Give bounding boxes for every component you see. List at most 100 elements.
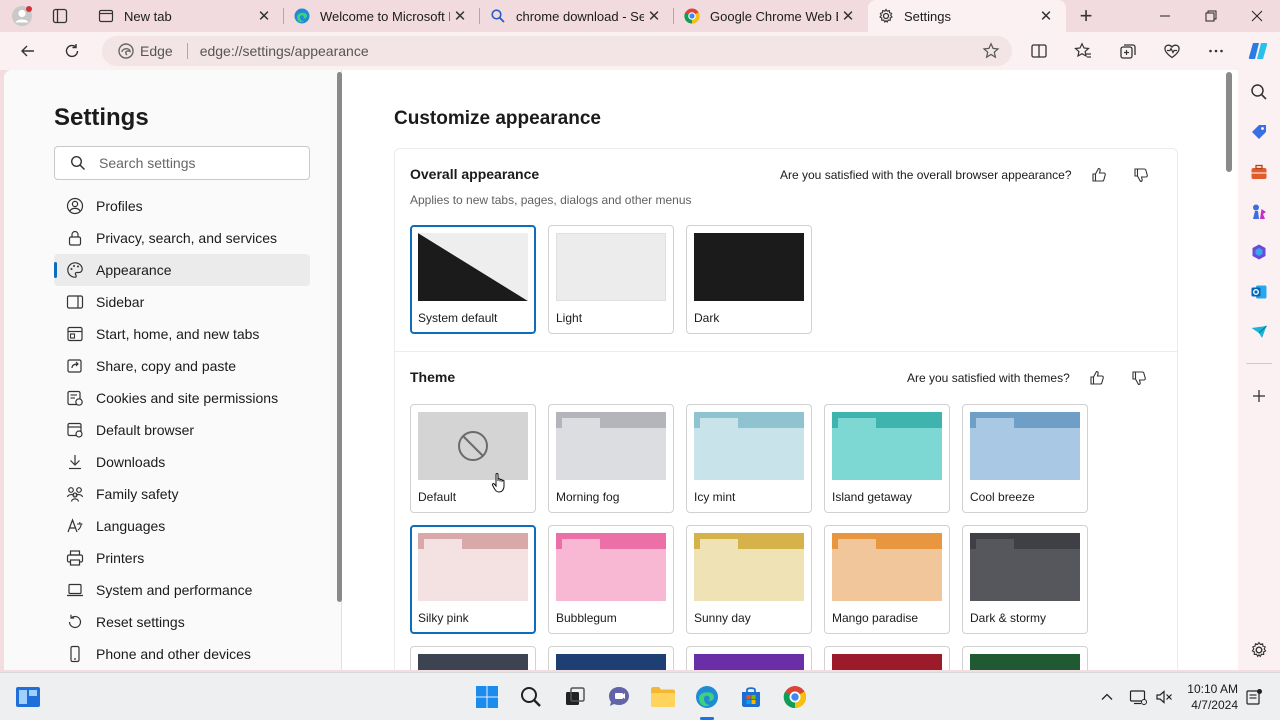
nav-item-phone[interactable]: Phone and other devices: [54, 638, 310, 670]
tab-actions-icon: [52, 8, 68, 24]
sidebar-games-button[interactable]: [1247, 200, 1271, 224]
favorites-button[interactable]: [1068, 37, 1098, 65]
restore-icon: [1205, 10, 1217, 22]
widgets-button[interactable]: [14, 683, 42, 711]
more-menu-button[interactable]: [1201, 37, 1231, 65]
favorite-star-button[interactable]: [976, 42, 1006, 60]
minimize-button[interactable]: [1142, 0, 1188, 32]
main-scrollbar[interactable]: [1226, 72, 1232, 172]
taskbar-edge-button[interactable]: [693, 683, 721, 711]
theme-option-island-getaway[interactable]: Island getaway: [824, 404, 950, 513]
theme-option-bubblegum[interactable]: Bubblegum: [548, 525, 674, 634]
appearance-option-light[interactable]: Light: [548, 225, 674, 334]
sidebar-settings-button[interactable]: [1247, 638, 1271, 662]
sidebar-add-button[interactable]: [1247, 384, 1271, 408]
sidebar-microsoft365-button[interactable]: [1247, 240, 1271, 264]
tab-chrome-download[interactable]: chrome download - Sea ✕: [480, 0, 674, 32]
theme-option-silky-pink[interactable]: Silky pink: [410, 525, 536, 634]
nav-item-profiles[interactable]: Profiles: [54, 190, 310, 222]
theme-option-sunny-day[interactable]: Sunny day: [686, 525, 812, 634]
url-text[interactable]: edge://settings/appearance: [200, 43, 976, 59]
tab-actions-button[interactable]: [46, 5, 74, 27]
close-tab-icon[interactable]: ✕: [838, 6, 858, 26]
theme-option-mango-paradise[interactable]: Mango paradise: [824, 525, 950, 634]
browser-essentials-button[interactable]: [1157, 37, 1187, 65]
nav-item-printers[interactable]: Printers: [54, 542, 310, 574]
theme-option-morning-fog[interactable]: Morning fog: [548, 404, 674, 513]
reset-icon: [66, 613, 84, 631]
split-screen-button[interactable]: [1024, 37, 1054, 65]
theme-option-extra-13[interactable]: [824, 646, 950, 670]
phone-icon: [66, 645, 84, 663]
close-tab-icon[interactable]: ✕: [644, 6, 664, 26]
sidebar-shopping-button[interactable]: [1247, 120, 1271, 144]
theme-option-icy-mint[interactable]: Icy mint: [686, 404, 812, 513]
new-tab-button[interactable]: +: [1072, 3, 1100, 28]
nav-item-languages[interactable]: Languages: [54, 510, 310, 542]
nav-item-share[interactable]: Share, copy and paste: [54, 350, 310, 382]
sidebar-tools-button[interactable]: [1247, 160, 1271, 184]
restore-button[interactable]: [1188, 0, 1234, 32]
theme-option-extra-11[interactable]: [548, 646, 674, 670]
theme-option-extra-14[interactable]: [962, 646, 1088, 670]
address-bar[interactable]: Edge edge://settings/appearance: [102, 36, 1012, 66]
appearance-option-dark[interactable]: Dark: [686, 225, 812, 334]
thumbs-up-button[interactable]: [1082, 365, 1112, 391]
theme-option-dark-stormy[interactable]: Dark & stormy: [962, 525, 1088, 634]
nav-item-appearance[interactable]: Appearance: [54, 254, 310, 286]
show-hidden-icons-button[interactable]: [1097, 683, 1117, 711]
sidebar-drop-button[interactable]: [1247, 320, 1271, 344]
nav-item-reset[interactable]: Reset settings: [54, 606, 310, 638]
appearance-option-system-default[interactable]: System default: [410, 225, 536, 334]
tab-settings[interactable]: Settings ✕: [868, 0, 1066, 32]
nav-item-cookies[interactable]: Cookies and site permissions: [54, 382, 310, 414]
copilot-button[interactable]: [1243, 37, 1273, 65]
theme-option-extra-12[interactable]: [686, 646, 812, 670]
tab-welcome-edge[interactable]: Welcome to Microsoft Ed ✕: [284, 0, 480, 32]
system-clock[interactable]: 10:10 AM 4/7/2024: [1184, 681, 1238, 713]
close-window-button[interactable]: [1234, 0, 1280, 32]
taskbar-search-button[interactable]: [517, 683, 545, 711]
close-tab-icon[interactable]: ✕: [450, 6, 470, 26]
refresh-button[interactable]: [57, 37, 87, 65]
search-settings-input[interactable]: [99, 155, 289, 171]
close-tab-icon[interactable]: ✕: [254, 6, 274, 26]
close-tab-icon[interactable]: ✕: [1036, 6, 1056, 26]
notifications-button[interactable]: [1242, 683, 1266, 711]
sidebar-divider: [1246, 363, 1272, 364]
folder-icon: [651, 687, 675, 707]
theme-option-cool-breeze[interactable]: Cool breeze: [962, 404, 1088, 513]
search-settings-field[interactable]: [54, 146, 310, 180]
nav-item-privacy[interactable]: Privacy, search, and services: [54, 222, 310, 254]
thumbs-up-button[interactable]: [1084, 162, 1114, 188]
theme-option-default[interactable]: Default: [410, 404, 536, 513]
nav-scrollbar[interactable]: [337, 72, 342, 602]
nav-item-system[interactable]: System and performance: [54, 574, 310, 606]
back-button[interactable]: [13, 37, 43, 65]
nav-item-family-safety[interactable]: Family safety: [54, 478, 310, 510]
microsoft-store-button[interactable]: [737, 683, 765, 711]
tab-google-chrome[interactable]: Google Chrome Web Br ✕: [674, 0, 868, 32]
collections-button[interactable]: [1113, 37, 1143, 65]
nav-item-start-home[interactable]: Start, home, and new tabs: [54, 318, 310, 350]
task-view-button[interactable]: [561, 683, 589, 711]
tab-new-tab[interactable]: New tab ✕: [88, 0, 284, 32]
nav-item-default-browser[interactable]: Default browser: [54, 414, 310, 446]
nav-item-downloads[interactable]: Downloads: [54, 446, 310, 478]
thumbs-down-button[interactable]: [1126, 162, 1156, 188]
thumbs-down-button[interactable]: [1124, 365, 1154, 391]
edge-badge[interactable]: Edge: [118, 43, 173, 59]
sidebar-outlook-button[interactable]: [1247, 280, 1271, 304]
file-explorer-button[interactable]: [649, 683, 677, 711]
nav-item-label: Family safety: [96, 486, 179, 502]
sidebar-search-button[interactable]: [1247, 80, 1271, 104]
theme-preview-tab: [424, 539, 462, 549]
network-button[interactable]: [1126, 683, 1150, 711]
theme-option-extra-10[interactable]: [410, 646, 536, 670]
audio-button[interactable]: [1152, 683, 1176, 711]
start-button[interactable]: [473, 683, 501, 711]
taskbar-chrome-button[interactable]: [781, 683, 809, 711]
nav-item-sidebar[interactable]: Sidebar: [54, 286, 310, 318]
teams-chat-button[interactable]: [605, 683, 633, 711]
profile-button[interactable]: [8, 4, 36, 28]
